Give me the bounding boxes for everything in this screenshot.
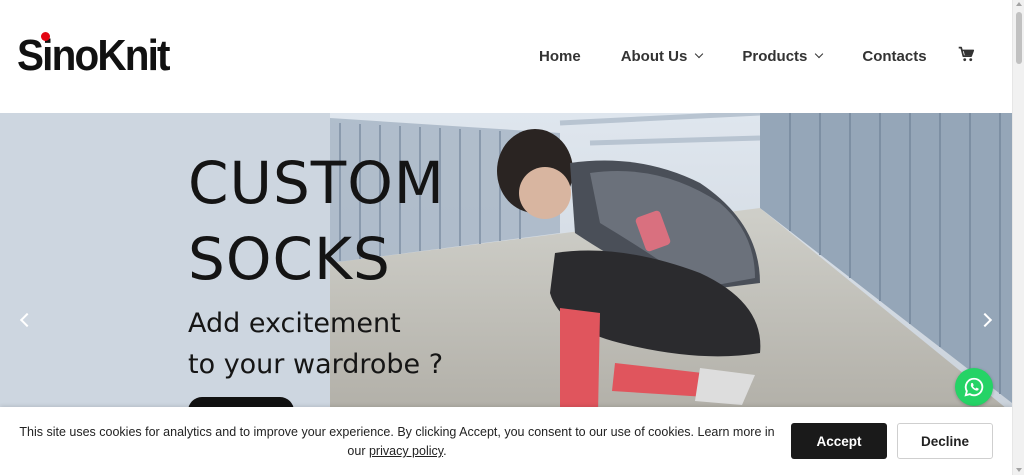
page-scrollbar[interactable] bbox=[1012, 0, 1024, 475]
whatsapp-icon[interactable] bbox=[955, 368, 993, 406]
hero-subtitle-line-1: Add excitement bbox=[188, 308, 401, 339]
chevron-down-icon bbox=[815, 49, 824, 59]
sinoknit-logo[interactable]: SinoKnit bbox=[17, 30, 179, 82]
hero-subtitle-line-2: to your wardrobe ? bbox=[188, 349, 444, 380]
nav-home-label: Home bbox=[539, 47, 581, 65]
accept-button[interactable]: Accept bbox=[791, 423, 887, 459]
nav-about-us[interactable]: About Us bbox=[620, 47, 704, 65]
chevron-down-icon bbox=[695, 49, 704, 59]
cart-icon[interactable] bbox=[958, 46, 975, 62]
hero-title: CUSTOM SOCKS bbox=[188, 145, 508, 297]
scrollbar-thumb[interactable] bbox=[1016, 12, 1022, 64]
main-nav: Home About Us Products Contacts bbox=[539, 44, 967, 68]
logo-red-dot bbox=[41, 32, 50, 41]
privacy-policy-link[interactable]: privacy policy bbox=[369, 444, 443, 458]
hero-subtitle: Add excitement to your wardrobe ? bbox=[188, 303, 488, 385]
site-header: SinoKnit Home About Us Products Contacts bbox=[0, 0, 1012, 113]
cookie-text: This site uses cookies for analytics and… bbox=[18, 423, 776, 461]
hero-title-line-1: CUSTOM bbox=[188, 149, 445, 217]
cookie-link-suffix: . bbox=[443, 444, 447, 458]
nav-products-label: Products bbox=[742, 47, 808, 65]
nav-about-us-label: About Us bbox=[620, 47, 688, 65]
hero-title-line-2: SOCKS bbox=[188, 225, 391, 293]
scroll-up-icon[interactable] bbox=[1016, 2, 1022, 6]
cookie-banner: This site uses cookies for analytics and… bbox=[0, 407, 1012, 475]
whatsapp-glyph bbox=[964, 377, 984, 397]
nav-contacts[interactable]: Contacts bbox=[862, 48, 926, 65]
nav-home[interactable]: Home bbox=[539, 48, 581, 65]
logo-text: SinoKnit bbox=[17, 31, 171, 80]
scroll-down-icon[interactable] bbox=[1016, 468, 1022, 472]
nav-contacts-label: Contacts bbox=[862, 47, 927, 65]
decline-button[interactable]: Decline bbox=[897, 423, 993, 459]
nav-products[interactable]: Products bbox=[742, 47, 824, 65]
